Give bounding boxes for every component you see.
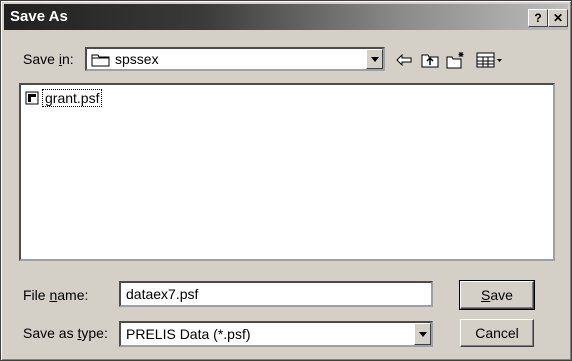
save-as-type-label: Save as type: (23, 325, 108, 341)
view-menu-icon (476, 52, 502, 68)
title-bar[interactable]: Save As ? ✕ (4, 4, 568, 30)
save-in-dropdown[interactable]: spssex (85, 47, 385, 71)
folder-icon (91, 52, 111, 72)
save-as-dialog: Save As ? ✕ Save in: spssex grant.psf Fi… (0, 0, 572, 361)
file-list[interactable]: grant.psf (19, 83, 555, 261)
help-button[interactable]: ? (528, 9, 548, 27)
chevron-down-icon (418, 331, 427, 337)
file-name-value: dataex7.psf (126, 286, 199, 302)
chevron-down-icon (370, 56, 379, 62)
view-menu-button[interactable] (475, 49, 505, 71)
save-as-type-value: PRELIS Data (*.psf) (126, 326, 251, 342)
file-icon (25, 91, 39, 105)
save-as-type-dropdown-button[interactable] (414, 323, 431, 345)
file-name: grant.psf (42, 89, 103, 107)
save-in-value: spssex (115, 51, 159, 67)
up-one-level-button[interactable] (419, 49, 441, 71)
back-arrow-icon (396, 54, 412, 66)
save-in-dropdown-button[interactable] (366, 49, 383, 69)
close-button[interactable]: ✕ (548, 9, 568, 27)
cancel-button[interactable]: Cancel (460, 319, 534, 347)
window-title: Save As (10, 8, 68, 25)
file-name-input[interactable]: dataex7.psf (119, 281, 433, 307)
save-as-type-dropdown[interactable]: PRELIS Data (*.psf) (119, 321, 433, 347)
new-folder-icon (446, 52, 464, 69)
up-folder-icon (421, 54, 439, 68)
list-item[interactable]: grant.psf (25, 89, 103, 107)
back-button[interactable] (393, 49, 415, 71)
file-name-label: File name: (23, 287, 89, 303)
new-folder-button[interactable] (445, 49, 467, 71)
save-in-label: Save in: (23, 51, 74, 67)
save-button[interactable]: Save (459, 280, 535, 310)
